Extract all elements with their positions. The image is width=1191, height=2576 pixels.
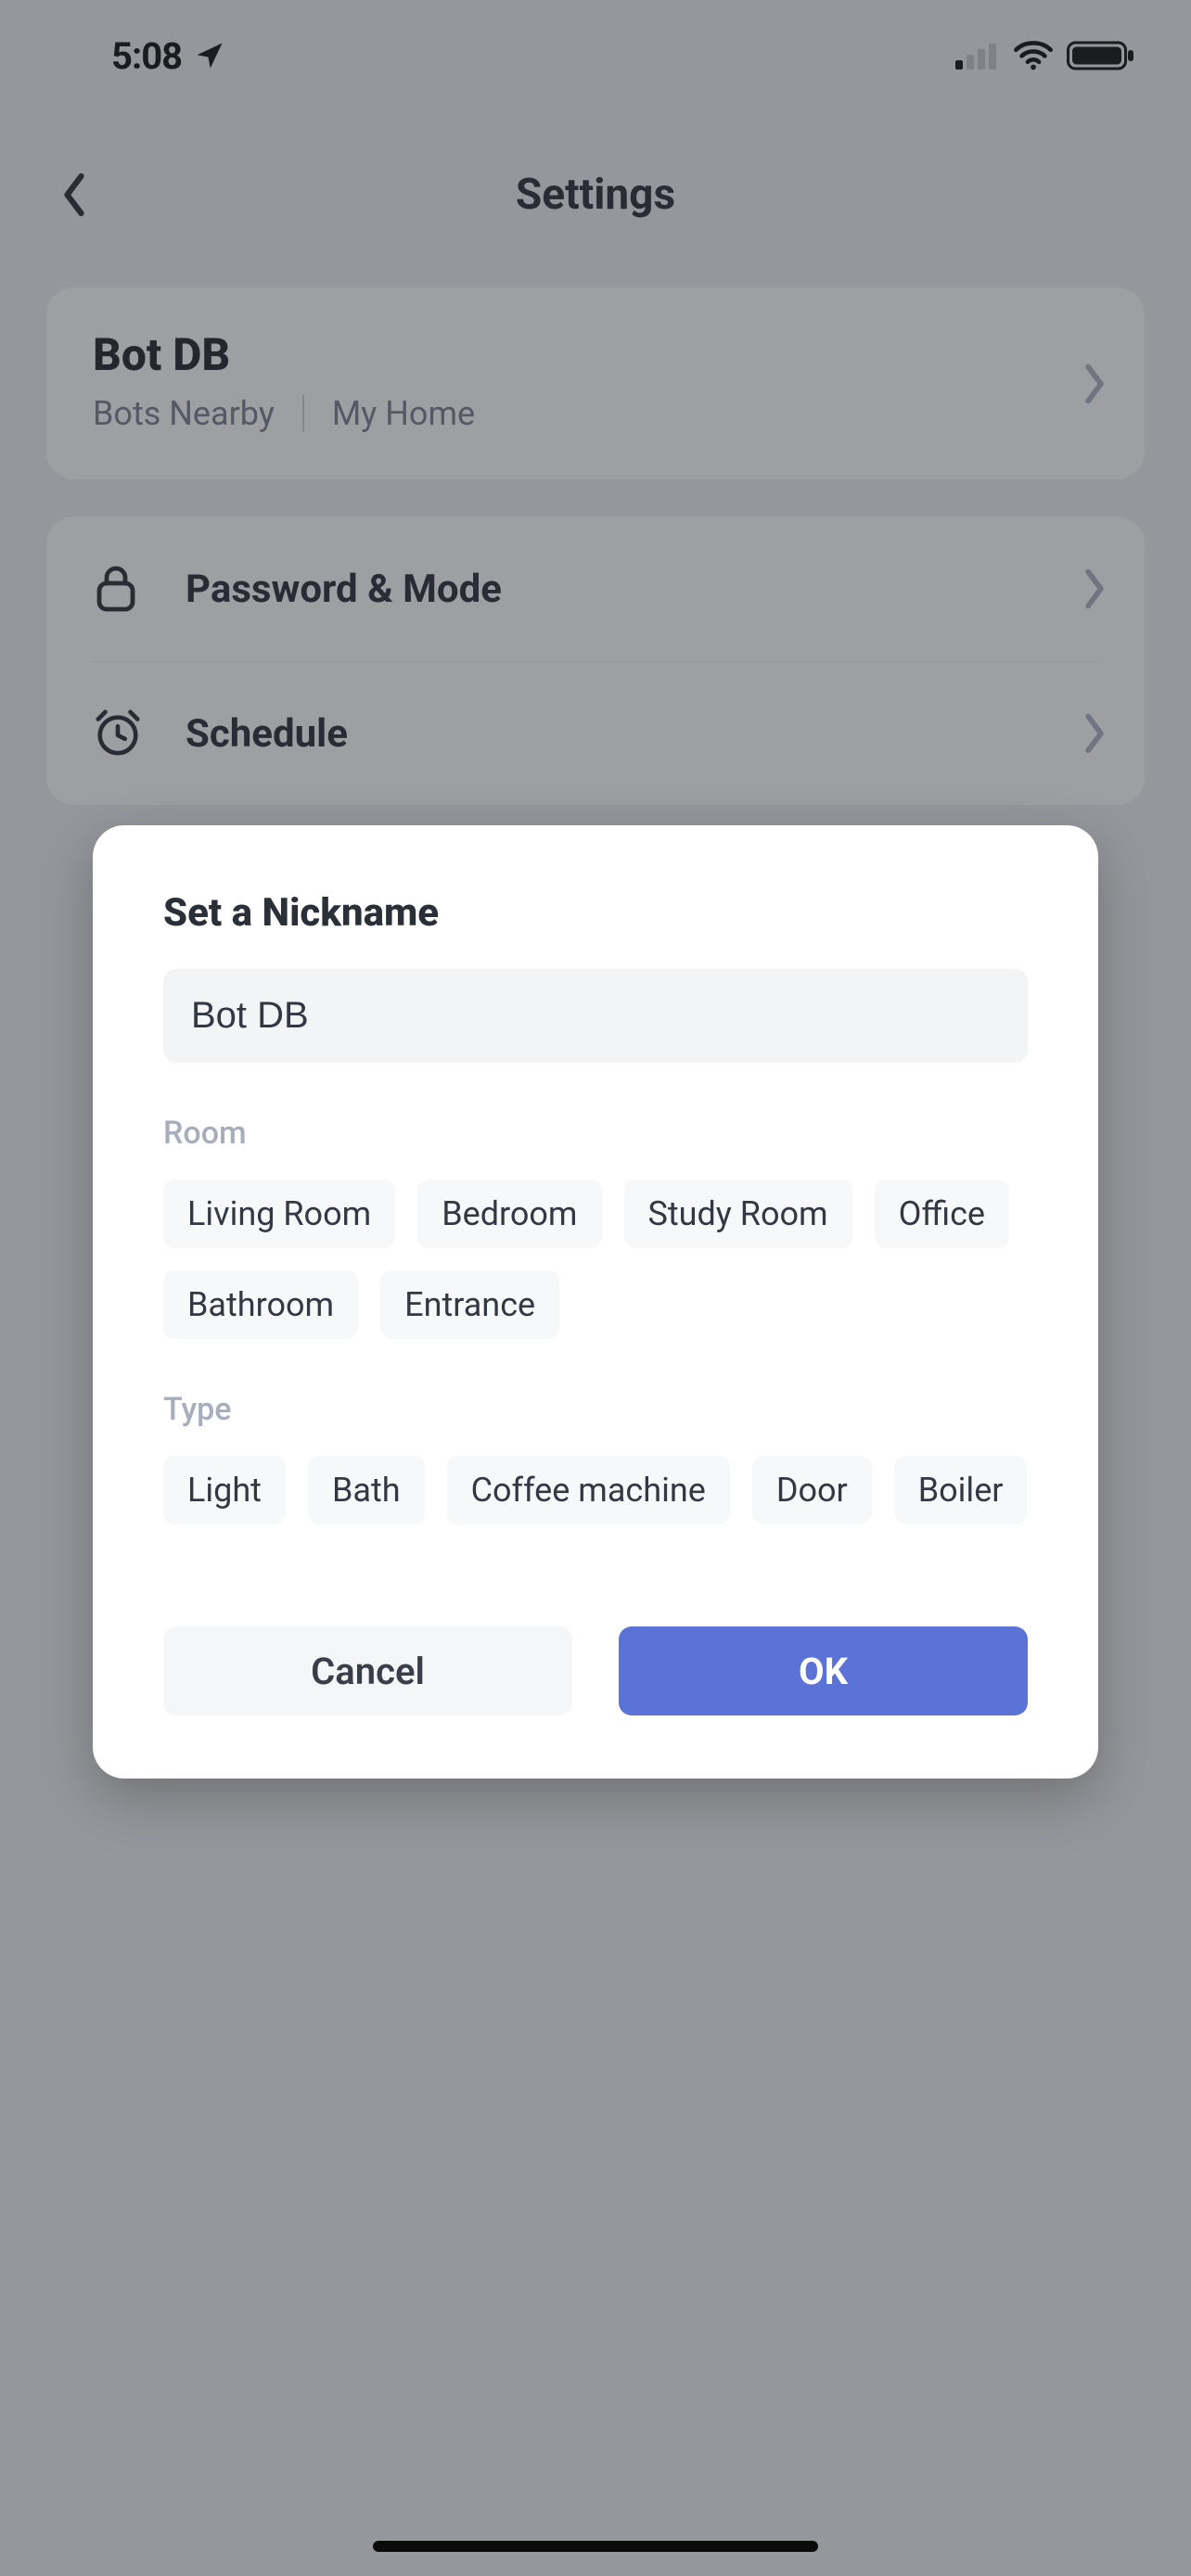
room-chip-bedroom[interactable]: Bedroom: [417, 1180, 601, 1248]
room-chips: Living Room Bedroom Study Room Office Ba…: [163, 1180, 1028, 1339]
type-chip-bath[interactable]: Bath: [308, 1456, 425, 1524]
type-section-label: Type: [163, 1391, 1028, 1428]
type-chip-light[interactable]: Light: [163, 1456, 286, 1524]
type-chips: Light Bath Coffee machine Door Boiler: [163, 1456, 1028, 1524]
room-chip-bathroom[interactable]: Bathroom: [163, 1270, 358, 1339]
type-chip-coffee-machine[interactable]: Coffee machine: [447, 1456, 730, 1524]
type-chip-boiler[interactable]: Boiler: [894, 1456, 1028, 1524]
cancel-button[interactable]: Cancel: [163, 1626, 572, 1715]
home-indicator[interactable]: [373, 2541, 818, 2552]
dialog-title: Set a Nickname: [163, 890, 1028, 936]
dialog-actions: Cancel OK: [163, 1626, 1028, 1715]
room-section-label: Room: [163, 1115, 1028, 1152]
room-chip-office[interactable]: Office: [875, 1180, 1009, 1248]
room-chip-living-room[interactable]: Living Room: [163, 1180, 395, 1248]
nickname-dialog: Set a Nickname Room Living Room Bedroom …: [93, 825, 1098, 1779]
room-chip-entrance[interactable]: Entrance: [380, 1270, 559, 1339]
ok-button[interactable]: OK: [619, 1626, 1028, 1715]
room-chip-study-room[interactable]: Study Room: [624, 1180, 852, 1248]
type-chip-door[interactable]: Door: [752, 1456, 872, 1524]
nickname-input[interactable]: [163, 969, 1028, 1063]
